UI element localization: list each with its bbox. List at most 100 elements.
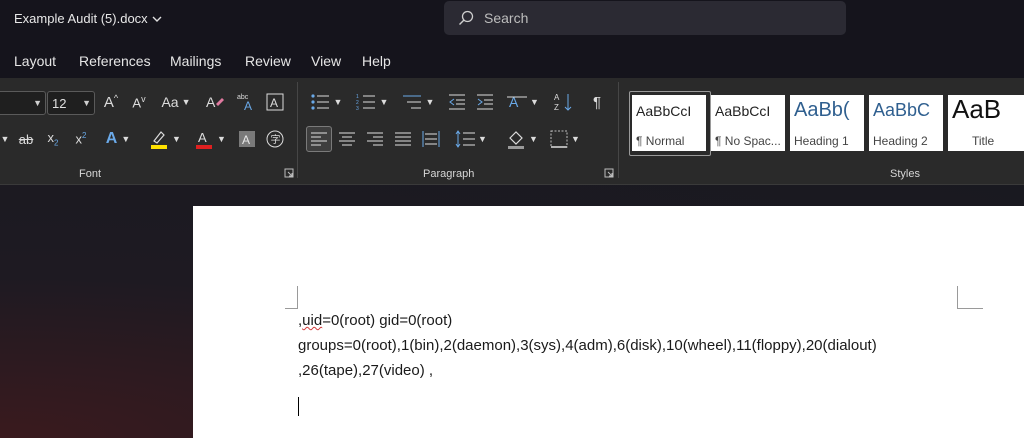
- style-title[interactable]: AaB Title: [948, 95, 1024, 151]
- chevron-down-icon: ▼: [379, 97, 389, 107]
- character-shading-button[interactable]: A: [236, 128, 258, 150]
- font-color-button[interactable]: A ▼: [191, 128, 229, 150]
- phonetic-guide-button[interactable]: abc A: [235, 91, 259, 113]
- chevron-down-icon: [152, 16, 162, 22]
- group-separator: [297, 82, 298, 178]
- bullets-icon: [310, 94, 329, 110]
- style-preview: AaBbCcI: [636, 103, 692, 119]
- document-line-2[interactable]: groups=0(root),1(bin),2(daemon),3(sys),4…: [298, 337, 877, 354]
- font-size-value: 12: [52, 95, 67, 111]
- distributed-icon: [422, 131, 440, 147]
- bullets-button[interactable]: ▼: [306, 91, 346, 113]
- shrink-font-icon: Av: [132, 93, 146, 111]
- style-label: Heading 2: [873, 134, 928, 148]
- svg-text:3: 3: [356, 106, 359, 111]
- tab-layout[interactable]: Layout: [14, 53, 56, 69]
- chevron-down-icon: ▼: [571, 134, 580, 144]
- style-preview: AaBb(: [794, 99, 850, 121]
- svg-text:A: A: [270, 96, 278, 110]
- chevron-down-icon: ▼: [529, 134, 538, 144]
- chevron-down-icon: ▼: [0, 134, 10, 144]
- svg-text:A: A: [509, 94, 519, 110]
- font-group-label: Font: [79, 168, 102, 180]
- paragraph-dialog-launcher-icon[interactable]: [604, 168, 614, 178]
- misspelled-word[interactable]: uid: [302, 312, 322, 329]
- document-page[interactable]: ,uid=0(root) gid=0(root) groups=0(root),…: [193, 206, 1024, 438]
- svg-text:A: A: [198, 130, 207, 145]
- multilevel-list-icon: [402, 95, 421, 109]
- align-left-button[interactable]: [306, 126, 332, 152]
- clear-formatting-button[interactable]: A: [204, 91, 226, 113]
- decrease-indent-button[interactable]: [446, 91, 468, 113]
- sort-button[interactable]: AZ: [553, 91, 575, 113]
- style-label: ¶ Normal: [636, 134, 685, 148]
- asian-layout-icon: A: [507, 94, 528, 110]
- text-effects-icon: A: [105, 130, 118, 147]
- text-cursor: [298, 397, 299, 416]
- font-name-dropdown[interactable]: ▼: [0, 91, 46, 115]
- svg-text:字: 字: [271, 133, 281, 146]
- borders-icon: [550, 130, 568, 148]
- tab-references[interactable]: References: [79, 53, 151, 69]
- align-right-button[interactable]: [364, 128, 386, 150]
- chevron-down-icon: ▼: [217, 134, 226, 144]
- group-separator: [618, 82, 619, 178]
- style-label: ¶ No Spac...: [715, 134, 781, 148]
- asian-layout-button[interactable]: A ▼: [504, 91, 542, 113]
- shrink-font-button[interactable]: Av: [128, 91, 150, 113]
- multilevel-list-button[interactable]: ▼: [398, 91, 438, 113]
- enclose-character-button[interactable]: 字: [264, 128, 286, 150]
- chevron-down-icon: ▼: [425, 97, 435, 107]
- show-formatting-marks-button[interactable]: ¶: [586, 91, 608, 113]
- clear-formatting-icon: A: [206, 94, 224, 110]
- search-box[interactable]: Search: [444, 1, 846, 35]
- style-no-spacing[interactable]: AaBbCcI ¶ No Spac...: [711, 95, 785, 151]
- document-title-button[interactable]: Example Audit (5).docx: [14, 11, 162, 26]
- justify-button[interactable]: [392, 128, 414, 150]
- chevron-down-icon: ▼: [478, 134, 487, 144]
- style-normal[interactable]: AaBbCcI ¶ Normal: [632, 95, 706, 151]
- align-center-button[interactable]: [336, 128, 358, 150]
- strikethrough-button[interactable]: ab: [14, 128, 38, 150]
- justify-icon: [395, 132, 411, 146]
- font-dialog-launcher-icon[interactable]: [284, 168, 294, 178]
- search-icon: [459, 10, 474, 25]
- document-line-3[interactable]: ,26(tape),27(video) ,: [298, 362, 433, 379]
- style-heading-1[interactable]: AaBb( Heading 1: [790, 95, 864, 151]
- shading-button[interactable]: ▼: [503, 128, 541, 150]
- change-case-button[interactable]: Aa ▼: [158, 91, 194, 113]
- svg-text:A: A: [206, 94, 216, 110]
- paragraph-group-label: Paragraph: [423, 168, 475, 180]
- numbering-icon: 123: [356, 94, 375, 111]
- superscript-button[interactable]: x2: [70, 128, 92, 150]
- chevron-down-icon: ▼: [121, 134, 131, 144]
- grow-font-icon: A^: [103, 93, 119, 111]
- font-size-dropdown[interactable]: 12 ▼: [47, 91, 95, 115]
- chevron-down-icon: ▼: [530, 97, 539, 107]
- distributed-button[interactable]: [420, 128, 442, 150]
- align-right-icon: [367, 132, 383, 146]
- document-line-1[interactable]: ,uid=0(root) gid=0(root): [298, 312, 452, 329]
- subscript-button[interactable]: x2: [42, 128, 64, 150]
- numbering-button[interactable]: 123 ▼: [352, 91, 392, 113]
- tab-review[interactable]: Review: [245, 53, 291, 69]
- increase-indent-button[interactable]: [474, 91, 496, 113]
- sort-icon: AZ: [554, 93, 572, 112]
- superscript-icon: x2: [75, 131, 87, 147]
- style-heading-2[interactable]: AaBbC Heading 2: [869, 95, 943, 151]
- tab-help[interactable]: Help: [362, 53, 391, 69]
- tab-mailings[interactable]: Mailings: [170, 53, 221, 69]
- line-spacing-button[interactable]: ▼: [452, 128, 490, 150]
- underline-dropdown[interactable]: ▼: [0, 128, 10, 150]
- text-run: =0(root) gid=0(root): [322, 312, 453, 329]
- character-border-icon: A: [266, 93, 284, 111]
- subscript-icon: x2: [47, 130, 59, 148]
- tab-view[interactable]: View: [311, 53, 341, 69]
- grow-font-button[interactable]: A^: [100, 91, 122, 113]
- highlight-color-button[interactable]: ▼: [146, 128, 184, 150]
- text-effects-button[interactable]: A ▼: [100, 128, 136, 150]
- borders-button[interactable]: ▼: [546, 128, 584, 150]
- enclose-characters-button[interactable]: A: [264, 91, 286, 113]
- chevron-down-icon: ▼: [333, 97, 343, 107]
- paint-bucket-icon: [508, 131, 525, 149]
